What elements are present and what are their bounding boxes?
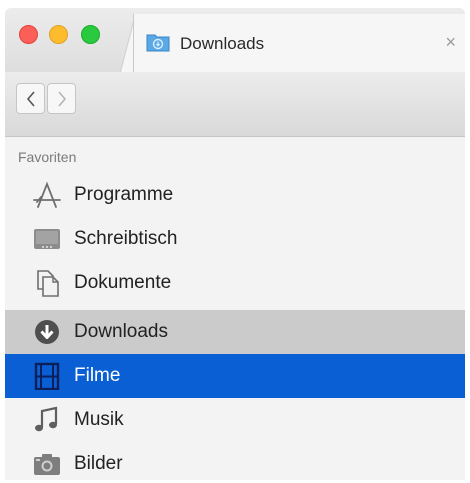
title-bar: Downloads × xyxy=(5,8,465,76)
sidebar: Favoriten Programme Schreibtisch Dokumen… xyxy=(5,137,465,480)
back-button[interactable] xyxy=(16,83,45,114)
desktop-icon xyxy=(31,225,63,253)
toolbar xyxy=(5,72,465,137)
minimize-window-button[interactable] xyxy=(49,25,68,44)
forward-button[interactable] xyxy=(47,83,76,114)
applications-icon xyxy=(31,181,63,209)
sidebar-item-label: Dokumente xyxy=(74,272,172,293)
tab-downloads[interactable]: Downloads × xyxy=(133,14,465,76)
sidebar-item-label: Downloads xyxy=(74,321,168,342)
sidebar-item-schreibtisch[interactable]: Schreibtisch xyxy=(5,217,465,261)
finder-window: Downloads × Favoriten Programme Schreibt… xyxy=(5,8,465,480)
chevron-left-icon xyxy=(26,90,35,107)
sidebar-item-filme[interactable]: Filme xyxy=(5,354,465,398)
documents-icon xyxy=(31,269,63,297)
sidebar-item-bilder[interactable]: Bilder xyxy=(5,442,465,480)
movies-icon xyxy=(31,362,63,391)
downloads-folder-icon xyxy=(146,32,170,52)
section-heading-favorites: Favoriten xyxy=(18,149,77,165)
sidebar-item-label: Musik xyxy=(74,409,124,430)
sidebar-item-musik[interactable]: Musik xyxy=(5,398,465,442)
sidebar-item-label: Filme xyxy=(74,365,121,386)
sidebar-item-label: Schreibtisch xyxy=(74,228,178,249)
tab-title: Downloads xyxy=(180,34,265,53)
sidebar-item-programme[interactable]: Programme xyxy=(5,173,465,217)
sidebar-item-label: Bilder xyxy=(74,453,123,474)
sidebar-item-downloads[interactable]: Downloads xyxy=(5,310,465,354)
pictures-icon xyxy=(31,450,63,478)
downloads-icon xyxy=(31,318,63,346)
tab-close-icon[interactable]: × xyxy=(445,32,456,53)
sidebar-item-dokumente[interactable]: Dokumente xyxy=(5,261,465,305)
zoom-window-button[interactable] xyxy=(81,25,100,44)
sidebar-item-label: Programme xyxy=(74,184,174,205)
close-window-button[interactable] xyxy=(19,25,38,44)
music-icon xyxy=(31,406,63,434)
chevron-right-icon xyxy=(57,90,66,107)
